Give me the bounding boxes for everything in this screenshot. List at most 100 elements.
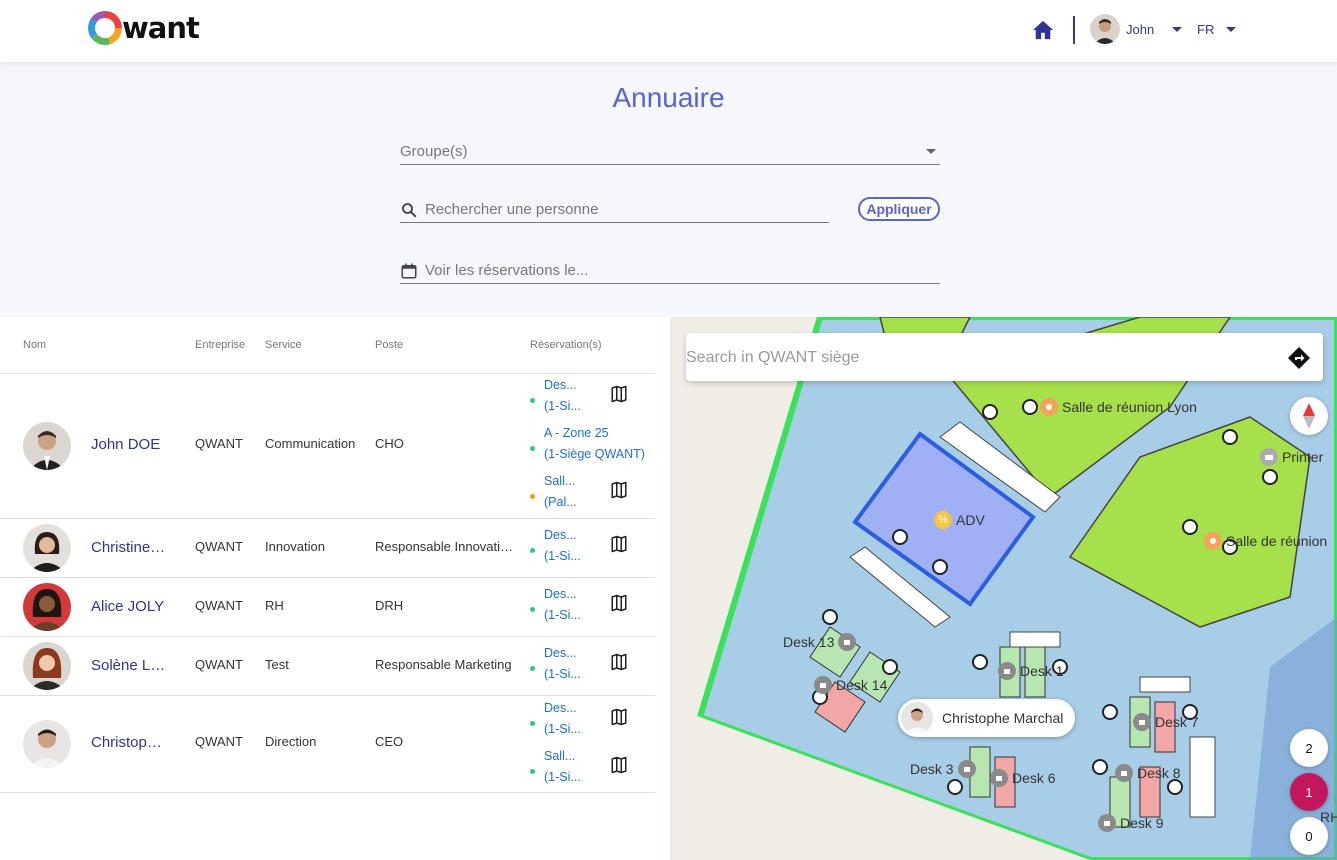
map-label-desk1[interactable]: Desk 1 [998,662,1064,680]
compass-button[interactable] [1290,397,1328,435]
map-icon[interactable] [610,756,628,774]
home-icon[interactable] [1032,20,1054,40]
desk-icon [1133,713,1151,731]
reservation-site[interactable]: (1-Si... [544,549,588,563]
status-dot [530,398,535,403]
user-name: John [1126,21,1155,37]
avatar [23,524,71,572]
reservation-place[interactable]: Des... [544,587,584,601]
groups-select[interactable]: Groupe(s) [400,139,940,165]
position: CEO [375,734,404,749]
floor-map[interactable]: Search in QWANT siège Salle de réunion L… [670,317,1337,860]
person-location-tooltip[interactable]: Christophe Marchal [898,699,1076,737]
reservation-item[interactable]: Des... (1-Si... [530,378,650,420]
reservation-place[interactable]: A - Zone 25 [544,426,654,440]
map-icon[interactable] [610,594,628,612]
calendar-icon [401,263,417,278]
map-label-desk6[interactable]: Desk 6 [990,769,1056,787]
map-label-adv[interactable]: % ADV [934,511,985,529]
reservation-site[interactable]: (1-Si... [544,608,588,622]
person-name[interactable]: Christop… [91,734,171,751]
map-label-desk3-text: Desk 3 [910,761,954,777]
reservation-place[interactable]: Sall... [544,749,584,763]
directions-icon[interactable] [1287,346,1311,370]
table-row[interactable]: Solène L… QWANT Test Responsable Marketi… [0,637,655,696]
language-label: FR [1197,22,1215,37]
header-position[interactable]: Poste [375,339,403,351]
map-label-salle-text: Salle de réunion [1226,533,1328,549]
floor-button-1[interactable]: 1 [1290,773,1328,811]
map-label-lyon-text: Salle de réunion Lyon [1062,399,1197,415]
map-icon[interactable] [610,708,628,726]
map-icon[interactable] [610,385,628,403]
status-dot [530,607,535,612]
map-label-desk13[interactable]: Desk 13 [783,633,857,651]
desk-icon [838,633,857,651]
map-label-desk6-text: Desk 6 [1012,770,1056,786]
qwant-logo-text: want [122,11,200,45]
map-label-lyon[interactable]: Salle de réunion Lyon [1040,398,1197,416]
map-label-desk3[interactable]: Desk 3 [910,760,976,778]
map-label-desk7-text: Desk 7 [1155,714,1199,730]
map-search-input[interactable]: Search in QWANT siège [686,333,1323,381]
reservation-site[interactable]: (1-Si... [544,722,588,736]
status-dot [530,548,535,553]
reservation-place[interactable]: Des... [544,528,584,542]
reservation-place[interactable]: Des... [544,701,584,715]
map-label-desk14[interactable]: Desk 14 [814,676,887,694]
floor-button-0[interactable]: 0 [1290,817,1328,855]
header-name[interactable]: Nom [23,339,46,351]
language-selector[interactable]: FR [1197,22,1237,37]
apply-button[interactable]: Appliquer [858,197,940,221]
map-label-printer[interactable]: Printer [1260,448,1323,466]
reservation-site[interactable]: (1-Siège QWANT) [544,447,654,461]
person-name[interactable]: Solène L… [91,657,171,674]
person-name[interactable]: John DOE [91,436,171,453]
person-search-input[interactable]: Rechercher une personne [400,197,829,223]
reservation-item[interactable]: Sall... (Pal... [530,474,650,516]
header-reservations[interactable]: Réservation(s) [530,339,602,351]
reservation-site[interactable]: (1-Si... [544,399,588,413]
reservation-item[interactable]: Des... (1-Si... [530,528,650,570]
person-name[interactable]: Alice JOLY [91,598,171,615]
map-label-desk7[interactable]: Desk 7 [1133,713,1199,731]
map-icon[interactable] [610,653,628,671]
reservation-item[interactable]: A - Zone 25 (1-Siège QWANT) [530,426,650,468]
reservation-place[interactable]: Des... [544,646,584,660]
reservation-item[interactable]: Sall... (1-Si... [530,749,650,791]
table-row[interactable]: John DOE QWANT Communication CHO Des... … [0,374,655,519]
map-label-desk9[interactable]: Desk 9 [1098,814,1164,832]
tooltip-avatar [901,702,933,734]
header-company[interactable]: Entreprise [195,339,245,351]
table-row[interactable]: Alice JOLY QWANT RH DRH Des... (1-Si... [0,578,655,637]
reservation-place[interactable]: Des... [544,378,584,392]
reservation-site[interactable]: (Pal... [544,495,588,509]
map-label-adv-text: ADV [956,512,985,528]
company: QWANT [195,657,243,672]
map-label-desk8[interactable]: Desk 8 [1115,764,1181,782]
status-dot [530,494,535,499]
map-icon[interactable] [610,535,628,553]
table-row[interactable]: Christine… QWANT Innovation Responsable … [0,519,655,578]
qwant-logo-mark [88,11,122,45]
search-placeholder: Rechercher une personne [425,201,599,218]
reservation-date-input[interactable]: Voir les réservations le... [400,258,940,284]
language-chevron-down-icon [1226,27,1237,32]
map-label-desk14-text: Desk 14 [836,677,888,693]
person-name[interactable]: Christine… [91,539,171,556]
reservation-site[interactable]: (1-Si... [544,667,588,681]
qwant-logo[interactable]: want [88,10,200,46]
map-label-desk9-text: Desk 9 [1120,815,1164,831]
directory-table: Nom Entreprise Service Poste Réservation… [0,317,670,860]
map-icon[interactable] [610,481,628,499]
header-service[interactable]: Service [265,339,302,351]
reservation-item[interactable]: Des... (1-Si... [530,701,650,743]
floor-button-2[interactable]: 2 [1290,729,1328,767]
reservation-item[interactable]: Des... (1-Si... [530,646,650,688]
reservation-place[interactable]: Sall... [544,474,584,488]
reservation-site[interactable]: (1-Si... [544,770,588,784]
map-label-salle[interactable]: Salle de réunion [1204,532,1327,550]
table-row[interactable]: Christop… QWANT Direction CEO Des... (1-… [0,696,655,793]
reservation-item[interactable]: Des... (1-Si... [530,587,650,629]
user-menu[interactable]: John [1090,14,1183,44]
